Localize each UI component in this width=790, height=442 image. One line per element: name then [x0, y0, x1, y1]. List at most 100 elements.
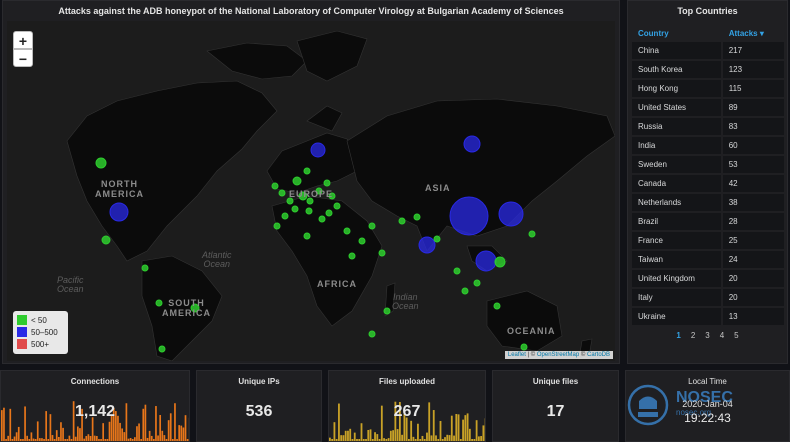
attack-marker[interactable] [101, 235, 111, 245]
attack-marker[interactable] [141, 264, 149, 272]
sparkline-bar [140, 439, 143, 441]
attack-marker[interactable] [413, 213, 421, 221]
country-name: Russia [632, 118, 721, 135]
attack-marker[interactable] [292, 176, 302, 186]
files-uploaded-title: Files uploaded [378, 377, 435, 386]
page-link-3[interactable]: 3 [705, 331, 709, 340]
attack-marker[interactable] [493, 302, 501, 310]
attack-marker[interactable] [463, 135, 481, 153]
sparkline-bar [100, 439, 102, 441]
country-name: Taiwan [632, 251, 721, 268]
attack-marker[interactable] [333, 202, 341, 210]
sparkline-bar [365, 439, 367, 441]
attack-marker[interactable] [358, 237, 366, 245]
sparkline-bar [28, 439, 31, 441]
carto-link[interactable]: CartoDB [587, 352, 610, 358]
zoom-in-button[interactable]: + [13, 31, 33, 49]
label-europe: EUROPE [289, 189, 334, 199]
country-row: India 60 [632, 137, 784, 154]
legend-swatch-green [17, 315, 27, 325]
page-link-5[interactable]: 5 [734, 331, 738, 340]
country-attacks: 42 [720, 175, 784, 192]
sparkline-bar [66, 439, 69, 441]
sparkline-bar [385, 439, 388, 441]
sparkline-bar [414, 439, 417, 441]
attack-marker[interactable] [303, 232, 311, 240]
attack-marker[interactable] [325, 209, 333, 217]
attack-marker[interactable] [303, 167, 311, 175]
sparkline-bar [471, 439, 474, 441]
attack-marker[interactable] [310, 142, 326, 158]
attack-marker[interactable] [433, 235, 441, 243]
attack-marker[interactable] [418, 236, 436, 254]
country-row: Taiwan 24 [632, 251, 784, 268]
attack-marker[interactable] [291, 205, 299, 213]
attack-marker[interactable] [271, 182, 279, 190]
attack-marker[interactable] [109, 202, 129, 222]
osm-link[interactable]: OpenStreetMap [537, 352, 579, 358]
country-row: Russia 83 [632, 118, 784, 135]
sparkline-bar [335, 439, 338, 441]
country-attacks: 123 [720, 61, 784, 78]
sparkline-bar [329, 437, 331, 441]
sparkline-bar [41, 438, 43, 441]
attack-marker[interactable] [368, 330, 376, 338]
country-name: Ukraine [632, 308, 721, 325]
legend-item: 50–500 [17, 326, 64, 338]
attack-marker[interactable] [461, 287, 469, 295]
attack-marker[interactable] [398, 217, 406, 225]
sparkline-bar [62, 427, 64, 441]
country-name: Sweden [632, 156, 721, 173]
world-map[interactable]: NORTH AMERICA EUROPE ASIA AFRICA SOUTH A… [7, 21, 615, 361]
map-title: Attacks against the ADB honeypot of the … [58, 6, 564, 16]
attack-marker[interactable] [95, 157, 107, 169]
country-name: India [632, 137, 721, 154]
page-link-1[interactable]: 1 [676, 331, 680, 340]
unique-ips-panel: Unique IPs 536 [196, 370, 322, 442]
attack-marker[interactable] [318, 215, 326, 223]
sparkline-bar [85, 436, 88, 441]
attack-marker[interactable] [378, 249, 386, 257]
sparkline-bar [43, 439, 45, 441]
country-row: China 217 [632, 42, 784, 59]
sparkline-bar [331, 439, 334, 441]
page-link-2[interactable]: 2 [691, 331, 695, 340]
sparkline-bar [146, 437, 149, 441]
attack-marker[interactable] [494, 256, 506, 268]
attack-marker[interactable] [528, 230, 536, 238]
attack-marker[interactable] [305, 207, 313, 215]
attack-marker[interactable] [453, 267, 461, 275]
sparkline-bar [417, 423, 419, 441]
sparkline-bar [362, 439, 365, 441]
attack-marker[interactable] [348, 252, 356, 260]
attack-marker[interactable] [323, 179, 331, 187]
column-header-country[interactable]: Country [632, 27, 721, 40]
sparkline-bar [369, 429, 372, 441]
zoom-out-button[interactable]: − [13, 49, 33, 67]
attack-marker[interactable] [473, 279, 481, 287]
attack-marker[interactable] [475, 250, 497, 272]
sparkline-bar [165, 439, 168, 441]
column-header-attacks[interactable]: Attacks ▾ [720, 27, 784, 40]
attack-marker[interactable] [278, 189, 286, 197]
sparkline-bar [176, 439, 178, 441]
sparkline-bar [34, 439, 37, 441]
attack-marker[interactable] [273, 222, 281, 230]
attack-marker[interactable] [383, 307, 391, 315]
sparkline-bar [148, 430, 151, 441]
leaflet-link[interactable]: Leaflet [508, 352, 526, 358]
attack-marker[interactable] [498, 201, 524, 227]
attack-marker[interactable] [158, 345, 166, 353]
attack-marker[interactable] [281, 212, 289, 220]
country-name: United States [632, 99, 721, 116]
sparkline-bar [70, 439, 73, 441]
attack-marker[interactable] [520, 343, 528, 351]
attack-marker[interactable] [368, 222, 376, 230]
attack-marker[interactable] [343, 227, 351, 235]
sparkline-bar [392, 430, 395, 441]
attack-marker[interactable] [449, 196, 489, 236]
sparkline-bar [17, 426, 20, 441]
country-name: China [632, 42, 721, 59]
ocean-indian: Indian Ocean [392, 292, 419, 311]
page-link-4[interactable]: 4 [720, 331, 724, 340]
